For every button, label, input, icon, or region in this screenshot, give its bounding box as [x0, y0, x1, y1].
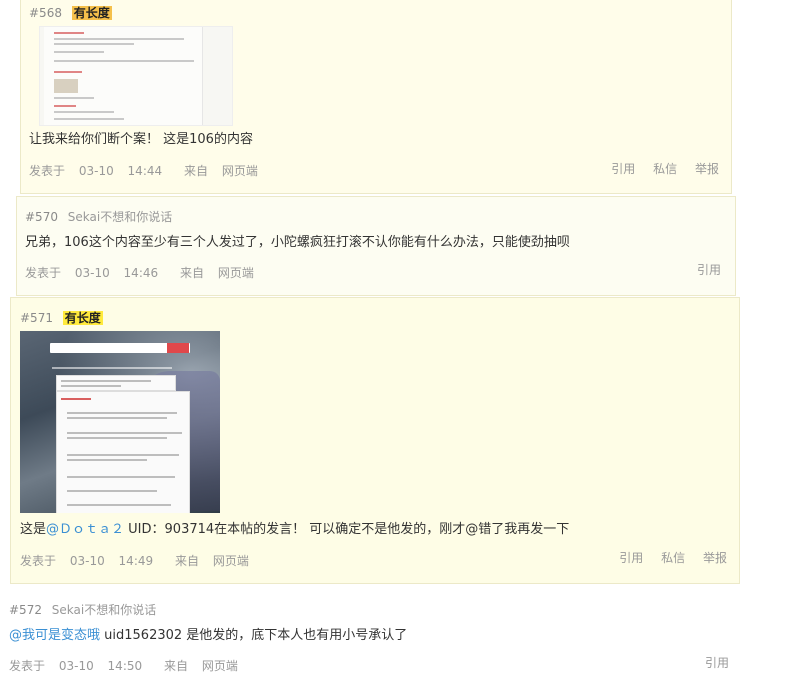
post-header: #572 Sekai不想和你说话	[9, 601, 156, 618]
post-568: #568 有长度 让我来给你们断个案！ 这是106的内容 发表于 03-10 1…	[20, 0, 732, 194]
screenshot-search-button	[167, 343, 189, 353]
content-suffix: UID：903714在本帖的发言！ 可以确定不是他发的，刚才@错了我再发一下	[124, 522, 570, 537]
post-content: 兄弟，106这个内容至少有三个人发过了，小陀螺疯狂打滚不认你能有什么办法，只能使…	[25, 235, 570, 250]
message-button[interactable]: 私信	[653, 162, 677, 176]
post-time: 14:49	[118, 554, 154, 568]
user-mention-link[interactable]: @Ｄｏｔａ２	[46, 522, 124, 537]
quote-button[interactable]: 引用	[619, 551, 643, 565]
source-prefix: 来自	[163, 659, 188, 673]
post-actions: 引用 私信 举报	[605, 549, 727, 566]
source-prefix: 来自	[183, 164, 208, 178]
posted-label: 发表于	[25, 266, 62, 280]
post-header: #571 有长度	[20, 309, 103, 326]
post-actions: 引用	[691, 654, 729, 671]
attached-image-thumbnail[interactable]	[39, 26, 233, 126]
post-date: 03-10	[69, 554, 105, 568]
report-button[interactable]: 举报	[703, 551, 727, 565]
post-date: 03-10	[58, 659, 94, 673]
post-header: #570 Sekai不想和你说话	[25, 208, 172, 225]
attached-screenshot-image[interactable]	[20, 331, 220, 513]
post-meta: 发表于 03-10 14:44 来自 网页端	[29, 162, 268, 179]
post-header: #568 有长度	[29, 4, 112, 21]
content-prefix: 这是	[20, 522, 47, 537]
post-time: 14:44	[127, 164, 163, 178]
post-content: 让我来给你们断个案！ 这是106的内容	[29, 132, 253, 147]
post-content: @我可是变态哦 uid1562302 是他发的，底下本人也有用小号承认了	[9, 624, 407, 643]
post-meta: 发表于 03-10 14:49 来自 网页端	[20, 552, 259, 569]
post-time: 14:46	[123, 266, 159, 280]
posted-label: 发表于	[9, 659, 46, 673]
quote-button[interactable]: 引用	[611, 162, 635, 176]
post-meta: 发表于 03-10 14:50 来自 网页端	[9, 657, 248, 674]
source-link[interactable]: 网页端	[202, 659, 238, 673]
post-content: 这是@Ｄｏｔａ２ UID：903714在本帖的发言！ 可以确定不是他发的，刚才@…	[20, 518, 569, 537]
floor-number: #572	[9, 603, 42, 617]
quote-button[interactable]: 引用	[697, 263, 721, 277]
message-button[interactable]: 私信	[661, 551, 685, 565]
author-name[interactable]: Sekai不想和你说话	[68, 210, 172, 224]
source-link[interactable]: 网页端	[213, 554, 249, 568]
post-date: 03-10	[78, 164, 114, 178]
post-actions: 引用	[683, 261, 721, 278]
floor-number: #571	[20, 311, 53, 325]
post-570: #570 Sekai不想和你说话 兄弟，106这个内容至少有三个人发过了，小陀螺…	[16, 196, 736, 296]
source-prefix: 来自	[174, 554, 199, 568]
floor-number: #570	[25, 210, 58, 224]
source-prefix: 来自	[179, 266, 204, 280]
quote-button[interactable]: 引用	[705, 656, 729, 670]
post-meta: 发表于 03-10 14:46 来自 网页端	[25, 264, 264, 281]
floor-number: #568	[29, 6, 62, 20]
post-actions: 引用 私信 举报	[597, 160, 719, 177]
post-date: 03-10	[74, 266, 110, 280]
posted-label: 发表于	[20, 554, 57, 568]
source-link[interactable]: 网页端	[218, 266, 254, 280]
report-button[interactable]: 举报	[695, 162, 719, 176]
content-suffix: uid1562302 是他发的，底下本人也有用小号承认了	[100, 628, 408, 643]
author-name[interactable]: Sekai不想和你说话	[52, 603, 156, 617]
author-name[interactable]: 有长度	[71, 6, 112, 20]
thumbnail-panel	[44, 27, 203, 125]
post-time: 14:50	[107, 659, 143, 673]
user-mention-link[interactable]: @我可是变态哦	[9, 628, 100, 643]
source-link[interactable]: 网页端	[222, 164, 258, 178]
author-name[interactable]: 有长度	[62, 311, 103, 325]
post-572: #572 Sekai不想和你说话 @我可是变态哦 uid1562302 是他发的…	[0, 592, 791, 683]
posted-label: 发表于	[29, 164, 66, 178]
